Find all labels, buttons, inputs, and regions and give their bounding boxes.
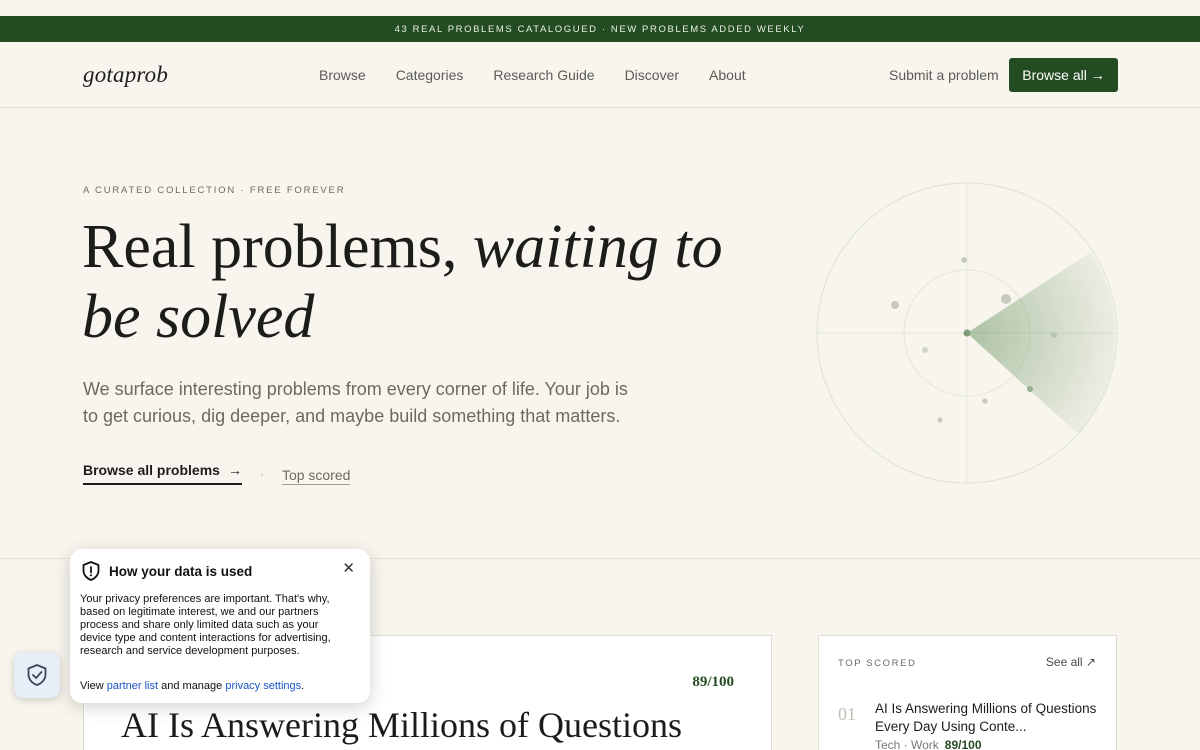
radar-blip xyxy=(1027,386,1033,392)
hero-kicker: A CURATED COLLECTION · FREE FOREVER xyxy=(83,185,346,196)
close-icon[interactable]: ✕ xyxy=(342,559,355,577)
top-item-meta: Tech · Work 89/100 xyxy=(875,738,982,750)
hero-cta-row: Browse all problems → · Top scored xyxy=(83,462,351,485)
radar-blip xyxy=(1051,332,1057,338)
privacy-settings-link[interactable]: privacy settings xyxy=(225,680,301,692)
privacy-title: How your data is used xyxy=(109,564,253,579)
radar-sweep xyxy=(967,252,1116,434)
privacy-popup: How your data is used ✕ Your privacy pre… xyxy=(70,549,370,703)
privacy-foot-suffix: . xyxy=(301,680,305,692)
shield-icon xyxy=(82,561,100,581)
top-scored-card: TOP SCORED See all ↗ 01 AI Is Answering … xyxy=(818,635,1117,750)
announcement-text: 43 REAL PROBLEMS CATALOGUED · NEW PROBLE… xyxy=(394,23,806,35)
browse-all-button[interactable]: Browse all → xyxy=(1009,58,1118,92)
featured-title[interactable]: AI Is Answering Millions of Questions xyxy=(121,704,761,746)
main-nav: Browse Categories Research Guide Discove… xyxy=(319,67,746,83)
nav-research-guide[interactable]: Research Guide xyxy=(493,67,594,83)
nav-categories[interactable]: Categories xyxy=(396,67,464,83)
privacy-footer: View partner list and manage privacy set… xyxy=(80,680,304,692)
privacy-foot-middle: and manage xyxy=(158,680,226,692)
privacy-body: Your privacy preferences are important. … xyxy=(80,593,331,657)
browse-all-problems-label: Browse all problems xyxy=(83,462,220,478)
nav-discover[interactable]: Discover xyxy=(625,67,679,83)
see-all-link[interactable]: See all ↗ xyxy=(1046,655,1096,669)
hero-title-plain: Real problems, xyxy=(82,213,473,281)
privacy-foot-prefix: View xyxy=(80,680,107,692)
nav-browse[interactable]: Browse xyxy=(319,67,366,83)
hero-subtitle: We surface interesting problems from eve… xyxy=(83,379,628,426)
radar-blip xyxy=(1001,294,1011,304)
shield-check-icon xyxy=(27,664,47,686)
radar-blip xyxy=(922,347,928,353)
hero-title: Real problems, waiting to be solved xyxy=(82,212,782,352)
privacy-settings-button[interactable] xyxy=(14,652,60,698)
top-item-title[interactable]: AI Is Answering Millions of Questions Ev… xyxy=(875,700,1097,736)
submit-problem-link[interactable]: Submit a problem xyxy=(889,67,999,83)
logo[interactable]: gotaprob xyxy=(83,62,168,88)
radar-blip xyxy=(891,301,899,309)
top-scored-label: TOP SCORED xyxy=(838,658,917,669)
top-scored-link[interactable]: Top scored xyxy=(281,467,351,485)
top-item-rank: 01 xyxy=(838,704,856,724)
top-item-score: 89/100 xyxy=(944,738,982,750)
radar-illustration xyxy=(816,182,1118,484)
site-header: gotaprob Browse Categories Research Guid… xyxy=(0,42,1200,108)
top-item-tags: Tech · Work xyxy=(875,738,939,750)
browse-all-problems-link[interactable]: Browse all problems → xyxy=(83,462,242,485)
cta-separator: · xyxy=(259,466,264,481)
radar-blip xyxy=(961,257,967,263)
announcement-bar: 43 REAL PROBLEMS CATALOGUED · NEW PROBLE… xyxy=(0,16,1200,42)
radar-center-dot xyxy=(963,329,971,337)
featured-score: 89/100 xyxy=(692,674,734,690)
partner-list-link[interactable]: partner list xyxy=(107,680,158,692)
radar-blip xyxy=(937,417,943,423)
arrow-right-icon: → xyxy=(227,462,242,478)
radar-blip xyxy=(982,398,988,404)
nav-about[interactable]: About xyxy=(709,67,746,83)
